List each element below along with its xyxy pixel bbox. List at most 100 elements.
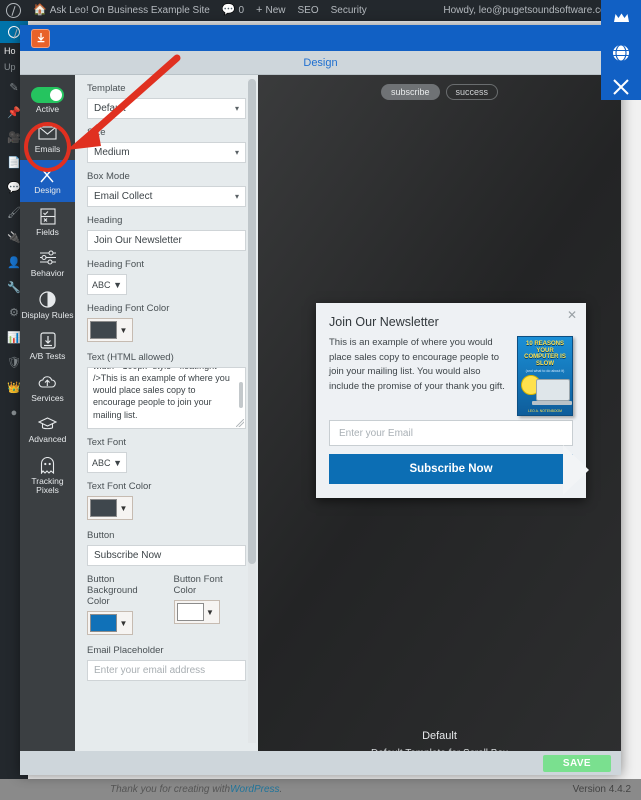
sidebar-item-services[interactable]: Services: [20, 368, 75, 410]
field-label: Heading: [87, 215, 123, 226]
optin-preview: ✕ Join Our Newsletter 10 REASONS YOUR CO…: [316, 303, 586, 498]
text-font-value: ABC: [92, 457, 111, 468]
sidebar-item-tracking-pixels[interactable]: Tracking Pixels: [20, 451, 75, 502]
window-tabbar: Design: [20, 51, 621, 75]
wp-logo-menu[interactable]: [0, 0, 27, 21]
active-toggle[interactable]: Active: [20, 81, 75, 119]
sidebar-item-label: Fields: [36, 226, 59, 237]
chevron-down-icon: ▼: [119, 618, 128, 628]
email-placeholder-input[interactable]: Enter your email address: [87, 660, 246, 681]
ebook-cover-image: 10 REASONS YOUR COMPUTER IS SLOW (and wh…: [517, 336, 573, 416]
laptop-base-icon: [532, 401, 572, 405]
screen-root: 🏠 Ask Leo! On Business Example Site 💬 0 …: [0, 0, 641, 800]
textarea-scrollbar[interactable]: [239, 382, 243, 408]
wp-footer: Thank you for creating with WordPress . …: [28, 779, 641, 800]
sidebar-item-behavior[interactable]: Behavior: [20, 243, 75, 285]
window-titlebar: ✕: [20, 25, 621, 51]
envelope-icon: [38, 124, 57, 143]
site-name-menu[interactable]: 🏠 Ask Leo! On Business Example Site: [27, 0, 216, 21]
field-text-font: Text Font ABC ▼: [87, 437, 246, 473]
heading-input[interactable]: Join Our Newsletter: [87, 230, 246, 251]
sidebar-item-label: Behavior: [30, 268, 65, 279]
new-content-menu[interactable]: + New: [250, 0, 291, 21]
optin-subscribe-button[interactable]: Subscribe Now: [329, 454, 573, 484]
color-swatch: [90, 499, 117, 517]
crown-icon[interactable]: [608, 5, 634, 31]
thanks-prefix: Thank you for creating with: [110, 784, 231, 795]
laptop-icon: [536, 379, 570, 401]
tab-design[interactable]: Design: [303, 57, 337, 69]
text-html-textarea[interactable]: width="100px" style="float:right" />This…: [87, 367, 246, 429]
comments-count: 0: [238, 5, 245, 16]
field-label: Template: [87, 83, 126, 94]
preview-tabs: subscribe success: [258, 84, 621, 100]
sidebar-item-label: Design: [34, 185, 61, 196]
seo-label: SEO: [297, 5, 319, 16]
toggle-switch[interactable]: [31, 87, 64, 103]
field-heading: Heading Join Our Newsletter: [87, 215, 246, 251]
tab-success[interactable]: success: [445, 84, 499, 100]
sidebar-item-design[interactable]: Design: [20, 160, 75, 202]
wp-version-label: Version 4.4.2: [572, 784, 631, 795]
field-label: Heading Font Color: [87, 303, 170, 314]
size-select[interactable]: Medium: [87, 142, 246, 163]
security-menu[interactable]: Security: [325, 0, 373, 21]
chevron-down-icon: ▼: [206, 607, 214, 617]
heading-font-value: ABC: [92, 279, 111, 290]
sliders-icon: [39, 248, 57, 267]
button-bg-color-picker[interactable]: ▼: [87, 611, 133, 635]
field-button-font-color: Button Font Color ▼: [173, 574, 247, 637]
cloud-upload-icon: [38, 373, 57, 392]
field-label: Button Font Color: [173, 574, 223, 596]
next-arrow-icon[interactable]: [563, 445, 589, 495]
optin-builder-window: ✕ Design Active Emails: [20, 25, 621, 775]
close-icon[interactable]: [608, 74, 634, 100]
settings-scrollbar[interactable]: [248, 79, 256, 743]
wordpress-link[interactable]: WordPress: [230, 784, 279, 795]
optinmonster-download-icon: [31, 28, 50, 48]
sidebar-item-emails[interactable]: Emails: [20, 119, 75, 161]
heading-font-select[interactable]: ABC ▼: [87, 274, 127, 295]
sidebar-item-label: A/B Tests: [29, 351, 66, 362]
site-name-label: Ask Leo! On Business Example Site: [49, 5, 210, 16]
comments-menu[interactable]: 💬 0: [216, 0, 250, 21]
form-fields-icon: [39, 207, 56, 226]
field-label: Text Font Color: [87, 481, 152, 492]
dashboard-icon: [8, 26, 20, 38]
chevron-down-icon: ▼: [113, 457, 122, 468]
thanks-suffix: .: [279, 784, 283, 795]
optin-email-input[interactable]: Enter your Email: [329, 420, 573, 446]
chevron-down-icon: ▼: [119, 503, 128, 513]
button-font-color-picker[interactable]: ▼: [173, 600, 220, 624]
template-select[interactable]: Default: [87, 98, 246, 119]
seo-menu[interactable]: SEO: [292, 0, 325, 21]
sidebar-item-advanced[interactable]: Advanced: [20, 409, 75, 451]
text-font-select[interactable]: ABC ▼: [87, 452, 127, 473]
ebook-subtitle: (and what to do about it): [525, 369, 565, 374]
sidebar-item-label: Advanced: [28, 434, 67, 445]
button-text-input[interactable]: Subscribe Now: [87, 545, 246, 566]
plus-icon: +: [256, 4, 263, 16]
sidebar-item-fields[interactable]: Fields: [20, 202, 75, 244]
globe-icon[interactable]: [608, 40, 634, 66]
scrollbar-thumb[interactable]: [248, 79, 256, 564]
resize-grip-icon[interactable]: [236, 419, 244, 427]
heading-font-color-picker[interactable]: ▼: [87, 318, 133, 342]
wp-admin-bar: 🏠 Ask Leo! On Business Example Site 💬 0 …: [0, 0, 641, 21]
sidebar-item-display-rules[interactable]: Display Rules: [20, 285, 75, 327]
sidebar-item-label: Display Rules: [21, 309, 74, 320]
text-font-color-picker[interactable]: ▼: [87, 496, 133, 520]
graduation-cap-icon: [38, 414, 57, 433]
design-settings-panel: Template Default Size Medium Box Mode Em…: [75, 75, 258, 775]
ghost-icon: [40, 456, 55, 475]
half-circle-icon: [39, 290, 56, 309]
box-mode-select[interactable]: Email Collect: [87, 186, 246, 207]
tab-subscribe[interactable]: subscribe: [380, 84, 440, 100]
save-button[interactable]: SAVE: [542, 754, 611, 772]
field-button-bg-color: Button Background Color ▼: [87, 574, 160, 637]
color-swatch: [90, 614, 117, 632]
optin-close-icon[interactable]: ✕: [567, 309, 577, 321]
ab-test-icon: [39, 331, 56, 350]
field-label: Text Font: [87, 437, 127, 448]
sidebar-item-ab-tests[interactable]: A/B Tests: [20, 326, 75, 368]
